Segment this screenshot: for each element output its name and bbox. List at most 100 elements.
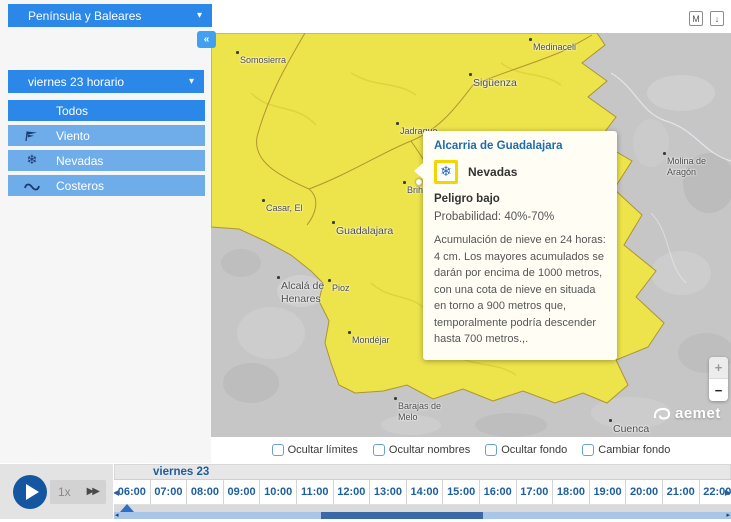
timeline-hour-cell[interactable]: 06:00 — [114, 480, 151, 505]
fast-forward-icon[interactable]: ▶▶ — [87, 486, 98, 497]
map-options: Ocultar límites Ocultar nombres Ocultar … — [211, 437, 731, 463]
play-button[interactable] — [13, 475, 47, 509]
warning-location-marker — [416, 179, 422, 185]
timeline-scrollbar-thumb[interactable] — [321, 512, 483, 519]
aemet-logo: aemet — [652, 405, 721, 422]
place-dot — [396, 122, 399, 125]
wave-icon — [22, 180, 42, 192]
timeline-hour-cell[interactable]: 09:00 — [224, 480, 261, 505]
option-cambiar-fondo[interactable]: Cambiar fondo — [582, 444, 670, 456]
place-label: Molina de Aragón — [667, 156, 706, 179]
animation-dock: 1x ▶▶ viernes 23 ◀ ▶ 06:0007:0008:0009:0… — [0, 463, 731, 522]
current-time-marker[interactable] — [120, 504, 134, 512]
place-dot — [277, 276, 280, 279]
place-dot — [529, 38, 532, 41]
checkbox-icon[interactable] — [582, 444, 594, 456]
place-label: Pioz — [332, 283, 350, 294]
scrollbar-left-arrow-icon[interactable]: ◂ — [115, 511, 119, 519]
place-dot — [332, 221, 335, 224]
player-controls: 1x ▶▶ — [0, 464, 113, 519]
chevron-down-icon: ▾ — [189, 76, 194, 87]
aemet-swirl-icon — [652, 406, 672, 422]
timeline-hour-cell[interactable]: 10:00 — [260, 480, 297, 505]
place-label: Sigüenza — [473, 77, 517, 90]
timeline-day-label: viernes 23 — [114, 464, 731, 479]
day-selector[interactable]: viernes 23 horario ▾ — [8, 70, 204, 93]
timeline-hour-cell[interactable]: 13:00 — [370, 480, 407, 505]
region-selector[interactable]: Península y Baleares ▾ — [8, 4, 212, 27]
option-label: Ocultar fondo — [501, 444, 567, 456]
place-dot — [469, 73, 472, 76]
place-label: Medinaceli — [533, 42, 576, 53]
timeline-hour-cell[interactable]: 17:00 — [517, 480, 554, 505]
timeline-hour-cell[interactable]: 08:00 — [187, 480, 224, 505]
checkbox-icon[interactable] — [485, 444, 497, 456]
timeline-hour-cell[interactable]: 14:00 — [407, 480, 444, 505]
warning-map[interactable]: SomosierraMedinaceliSigüenzaJadraqueBrih… — [211, 33, 731, 437]
option-ocultar-nombres[interactable]: Ocultar nombres — [373, 444, 470, 456]
timeline-hour-cell[interactable]: 19:00 — [590, 480, 627, 505]
chevron-down-icon: ▾ — [197, 10, 202, 21]
place-label: Guadalajara — [336, 225, 393, 238]
place-dot — [236, 51, 239, 54]
timeline: viernes 23 ◀ ▶ 06:0007:0008:0009:0010:00… — [114, 464, 731, 518]
option-label: Ocultar nombres — [389, 444, 470, 456]
menu-item-label: Costeros — [56, 179, 104, 193]
place-label: Somosierra — [240, 55, 286, 66]
place-dot — [663, 152, 666, 155]
menu-item-viento[interactable]: Viento — [8, 125, 205, 146]
timeline-scroll-left-icon[interactable]: ◀ — [114, 488, 119, 497]
menu-item-costeros[interactable]: Costeros — [8, 175, 205, 196]
option-label: Ocultar límites — [288, 444, 358, 456]
menu-item-todos[interactable]: Todos — [8, 100, 205, 121]
zoom-out-button[interactable]: − — [709, 379, 728, 401]
popup-title: Alcarria de Guadalajara — [434, 140, 606, 152]
place-dot — [403, 181, 406, 184]
timeline-hour-cell[interactable]: 11:00 — [297, 480, 334, 505]
warning-type-menu: Todos Viento ❄ Nevadas Costeros — [8, 100, 205, 200]
day-selector-label: viernes 23 horario — [28, 75, 124, 89]
timeline-hour-cell[interactable]: 18:00 — [553, 480, 590, 505]
timeline-scrollbar[interactable]: ◂ ▸ — [114, 512, 731, 519]
timeline-hours: ◀ ▶ 06:0007:0008:0009:0010:0011:0012:001… — [114, 479, 731, 505]
popup-tail — [414, 163, 423, 179]
place-label: Mondéjar — [352, 335, 390, 346]
sidebar-collapse-button[interactable]: « — [197, 31, 216, 48]
aemet-logo-text: aemet — [675, 405, 721, 422]
map-toolbar: M ↓ — [689, 11, 724, 26]
zoom-in-button[interactable]: + — [709, 357, 728, 379]
speed-label[interactable]: 1x — [58, 485, 71, 499]
map-mode-icon[interactable]: M — [689, 11, 703, 26]
menu-item-label: Todos — [56, 104, 88, 118]
timeline-hour-cell[interactable]: 20:00 — [626, 480, 663, 505]
place-label: Casar, El — [266, 203, 303, 214]
place-dot — [609, 419, 612, 422]
warning-level-box: ❄ — [434, 160, 458, 184]
place-dot — [394, 397, 397, 400]
map-zoom-control: + − — [709, 357, 728, 401]
download-icon[interactable]: ↓ — [710, 11, 724, 26]
place-dot — [328, 279, 331, 282]
timeline-hour-cell[interactable]: 15:00 — [443, 480, 480, 505]
option-ocultar-limites[interactable]: Ocultar límites — [272, 444, 358, 456]
timeline-marker-track — [114, 505, 731, 512]
snowflake-icon: ❄ — [440, 164, 452, 180]
play-icon — [26, 484, 39, 500]
timeline-scroll-right-icon[interactable]: ▶ — [725, 488, 731, 497]
place-dot — [348, 331, 351, 334]
place-label: Alcalá de Henares — [281, 280, 324, 306]
probability: Probabilidad: 40%-70% — [434, 211, 606, 223]
danger-level: Peligro bajo — [434, 193, 606, 205]
timeline-hour-cell[interactable]: 07:00 — [151, 480, 188, 505]
timeline-hour-cell[interactable]: 21:00 — [663, 480, 700, 505]
timeline-hour-cell[interactable]: 16:00 — [480, 480, 517, 505]
scrollbar-right-arrow-icon[interactable]: ▸ — [726, 511, 730, 519]
option-ocultar-fondo[interactable]: Ocultar fondo — [485, 444, 567, 456]
checkbox-icon[interactable] — [373, 444, 385, 456]
menu-item-nevadas[interactable]: ❄ Nevadas — [8, 150, 205, 171]
checkbox-icon[interactable] — [272, 444, 284, 456]
menu-item-label: Nevadas — [56, 154, 103, 168]
place-label: Cuenca — [613, 423, 649, 436]
option-label: Cambiar fondo — [598, 444, 670, 456]
timeline-hour-cell[interactable]: 12:00 — [334, 480, 371, 505]
